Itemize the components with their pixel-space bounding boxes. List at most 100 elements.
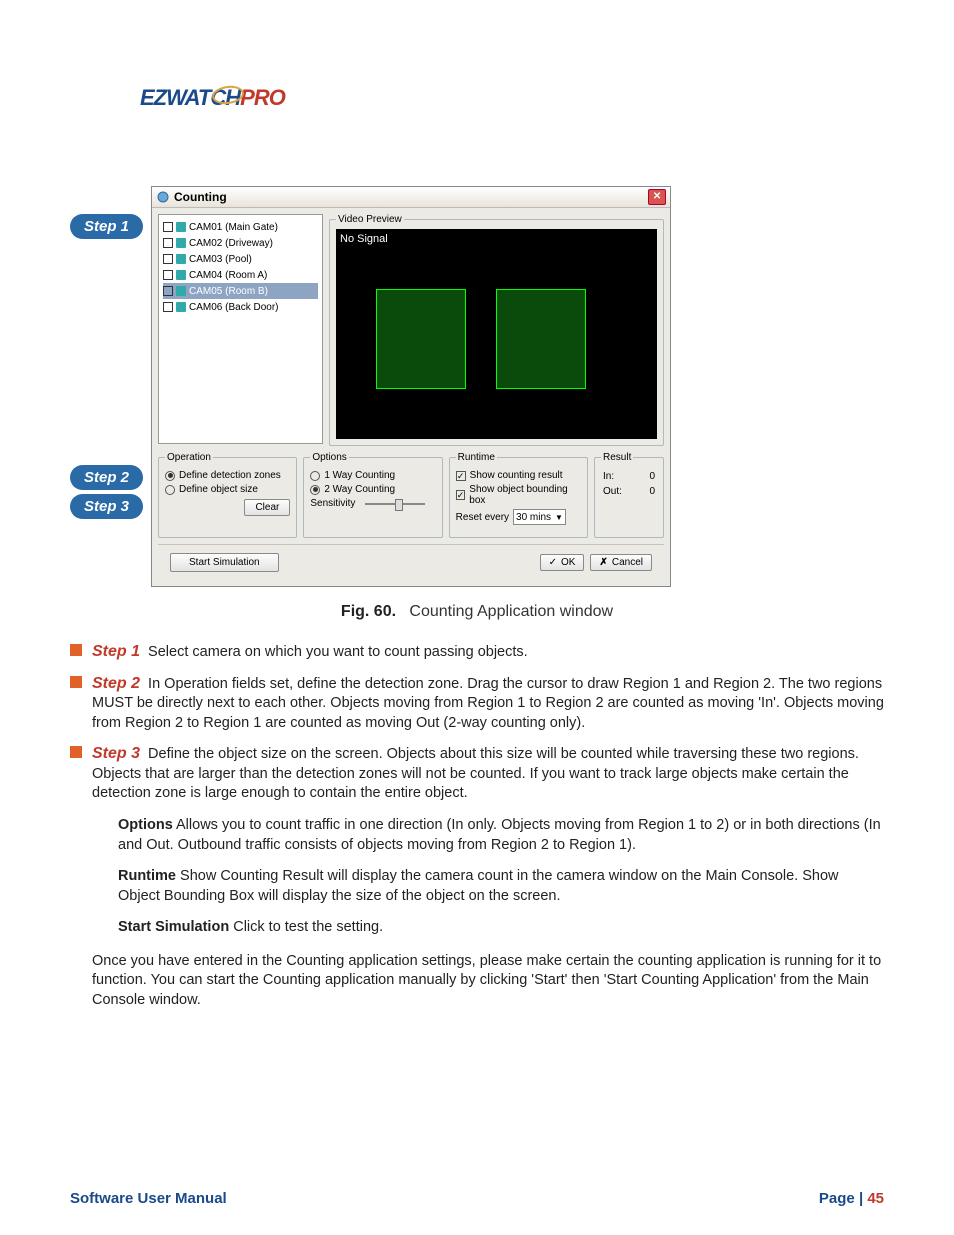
- page-label: Page |: [819, 1190, 867, 1207]
- camera-icon: [176, 302, 186, 312]
- counting-window: Counting ✕ CAM01 (Main Gate) CAM02 (Driv…: [151, 186, 671, 587]
- figure-area: Step 1 Step 2 Step 3 Counting ✕ CAM01 (M…: [70, 186, 884, 587]
- x-icon: ✗: [599, 557, 607, 568]
- page-footer: Software User Manual Page | 45: [70, 1190, 884, 1207]
- camera-row: CAM01 (Main Gate): [163, 219, 318, 235]
- step-callouts: Step 1 Step 2 Step 3: [70, 186, 143, 587]
- camera-row: CAM06 (Back Door): [163, 299, 318, 315]
- checkbox-icon[interactable]: [163, 254, 173, 264]
- camera-label: CAM04 (Room A): [189, 270, 267, 281]
- close-button[interactable]: ✕: [648, 189, 666, 205]
- bullet-icon: [70, 644, 82, 656]
- camera-icon: [176, 238, 186, 248]
- footer-title: Software User Manual: [70, 1190, 227, 1207]
- instruction-step-1: Step 1 Select camera on which you want t…: [70, 641, 884, 663]
- ok-button[interactable]: ✓ OK: [540, 554, 585, 571]
- caption-label: Fig. 60.: [341, 603, 396, 620]
- callout-step-3: Step 3: [70, 494, 143, 519]
- logo-part-watch: WATCH: [166, 85, 240, 110]
- camera-icon: [176, 286, 186, 296]
- checkbox-label: Show counting result: [470, 470, 563, 481]
- radio-define-zones[interactable]: [165, 471, 175, 481]
- instruction-step-2: Step 2 In Operation fields set, define t…: [70, 673, 884, 734]
- camera-label: CAM05 (Room B): [189, 286, 268, 297]
- clear-button[interactable]: Clear: [244, 499, 290, 516]
- camera-icon: [176, 254, 186, 264]
- radio-2way[interactable]: [310, 485, 320, 495]
- checkbox-icon[interactable]: [163, 286, 173, 296]
- region-2[interactable]: [496, 289, 586, 389]
- runtime-legend: Runtime: [456, 452, 497, 463]
- step-text: Define the object size on the screen. Ob…: [92, 746, 859, 801]
- video-preview-legend: Video Preview: [336, 214, 404, 225]
- video-preview-fieldset: Video Preview No Signal: [329, 214, 664, 446]
- chevron-down-icon: ▼: [555, 513, 563, 522]
- final-paragraph: Once you have entered in the Counting ap…: [92, 952, 884, 1011]
- callout-step-2: Step 2: [70, 465, 143, 490]
- checkbox-icon[interactable]: [163, 302, 173, 312]
- start-simulation-button[interactable]: Start Simulation: [170, 553, 279, 572]
- callout-step-1: Step 1: [70, 214, 143, 239]
- step-text: Select camera on which you want to count…: [148, 644, 528, 660]
- runtime-paragraph: Runtime Show Counting Result will displa…: [118, 867, 884, 906]
- runtime-fieldset: Runtime Show counting result Show object…: [449, 452, 588, 538]
- window-title: Counting: [174, 190, 227, 204]
- no-signal-label: No Signal: [340, 233, 388, 245]
- result-legend: Result: [601, 452, 633, 463]
- operation-legend: Operation: [165, 452, 213, 463]
- bullet-icon: [70, 676, 82, 688]
- radio-label: Define detection zones: [179, 470, 281, 481]
- brand-logo: EZWATCHPRO: [140, 85, 954, 111]
- instruction-step-3: Step 3 Define the object size on the scr…: [70, 743, 884, 804]
- sensitivity-slider[interactable]: [365, 503, 425, 505]
- options-text: Allows you to count traffic in one direc…: [118, 817, 881, 853]
- video-preview[interactable]: No Signal: [336, 229, 657, 439]
- camera-label: CAM02 (Driveway): [189, 238, 273, 249]
- cancel-button[interactable]: ✗ Cancel: [590, 554, 652, 571]
- logo-part-pro: PRO: [240, 85, 285, 110]
- figure-caption: Fig. 60. Counting Application window: [70, 603, 884, 621]
- in-label: In:: [603, 471, 614, 482]
- select-value: 30 mins: [516, 512, 551, 523]
- in-value: 0: [649, 471, 655, 482]
- checkbox-icon[interactable]: [163, 222, 173, 232]
- camera-icon: [176, 222, 186, 232]
- startsim-text: Click to test the setting.: [233, 919, 383, 935]
- check-icon: ✓: [549, 557, 557, 568]
- radio-label: Define object size: [179, 484, 258, 495]
- camera-label: CAM03 (Pool): [189, 254, 252, 265]
- sensitivity-label: Sensitivity: [310, 498, 355, 509]
- titlebar: Counting ✕: [152, 187, 670, 208]
- radio-1way[interactable]: [310, 471, 320, 481]
- caption-text: Counting Application window: [409, 603, 613, 620]
- runtime-text: Show Counting Result will display the ca…: [118, 868, 839, 904]
- options-paragraph: Options Allows you to count traffic in o…: [118, 816, 884, 855]
- window-icon: [156, 190, 170, 204]
- instructions: Step 1 Select camera on which you want t…: [70, 641, 884, 1011]
- runtime-label: Runtime: [118, 868, 176, 884]
- camera-label: CAM06 (Back Door): [189, 302, 278, 313]
- camera-icon: [176, 270, 186, 280]
- options-label: Options: [118, 817, 173, 833]
- step-label: Step 2: [92, 675, 140, 692]
- page-number: 45: [867, 1190, 884, 1207]
- radio-define-size[interactable]: [165, 485, 175, 495]
- checkbox-label: Show object bounding box: [469, 484, 581, 506]
- bullet-icon: [70, 746, 82, 758]
- checkbox-show-result[interactable]: [456, 471, 466, 481]
- out-value: 0: [649, 486, 655, 497]
- camera-row: CAM05 (Room B): [163, 283, 318, 299]
- reset-interval-select[interactable]: 30 mins ▼: [513, 509, 566, 525]
- step-label: Step 1: [92, 643, 140, 660]
- camera-list[interactable]: CAM01 (Main Gate) CAM02 (Driveway) CAM03…: [158, 214, 323, 444]
- camera-row: CAM03 (Pool): [163, 251, 318, 267]
- camera-label: CAM01 (Main Gate): [189, 222, 278, 233]
- region-1[interactable]: [376, 289, 466, 389]
- checkbox-icon[interactable]: [163, 270, 173, 280]
- ok-label: OK: [561, 557, 575, 568]
- cancel-label: Cancel: [612, 557, 643, 568]
- checkbox-icon[interactable]: [163, 238, 173, 248]
- logo-part-ez: EZ: [140, 85, 166, 110]
- checkbox-show-bbox[interactable]: [456, 490, 466, 500]
- out-label: Out:: [603, 486, 622, 497]
